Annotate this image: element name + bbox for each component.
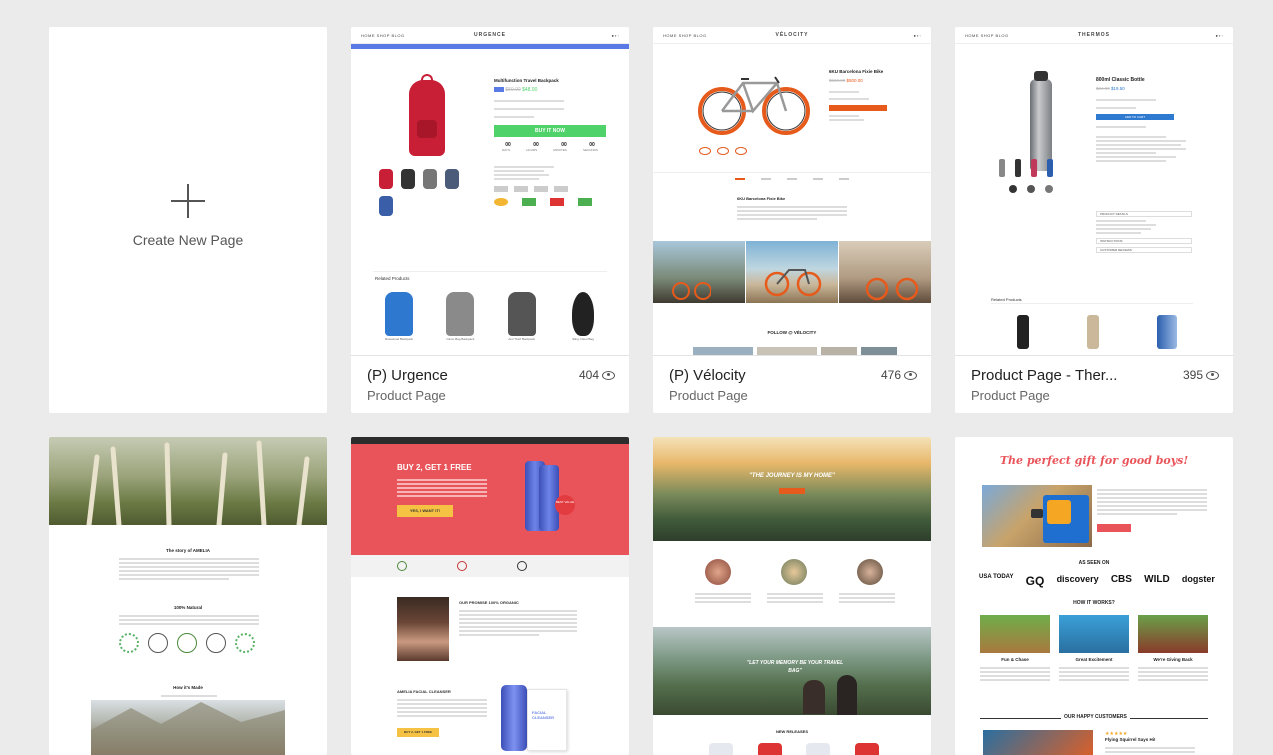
product-info: 800ml Classic Bottle $24.00 $19.50 ADD T…	[1096, 77, 1196, 164]
page-card-meta: (P) Urgence Product Page 404	[351, 356, 629, 413]
page-card-meta: (P) Vélocity Product Page 476	[653, 356, 931, 413]
create-new-page-card[interactable]: Create New Page	[49, 27, 327, 413]
eye-icon	[904, 370, 917, 380]
page-card-thermos[interactable]: HOME SHOP BLOG THERMOS ● ▪ ◦ 800ml Class…	[955, 27, 1233, 413]
page-thumbnail[interactable]: HOME SHOP BLOG THERMOS ● ▪ ◦ 800ml Class…	[955, 27, 1233, 356]
mini-nav: HOME SHOP BLOG VÉLOCITY ● ▪ ◦	[653, 27, 931, 44]
page-card-journey[interactable]: "THE JOURNEY IS MY HOME" "LET YOUR MEMOR…	[653, 437, 931, 755]
eye-icon	[1206, 370, 1219, 380]
accordion: PRODUCT DETAILS INSTRUCTIONS CUSTOMER RE…	[1096, 211, 1192, 253]
page-thumbnail[interactable]: HOME SHOP BLOG URGENCE ● ▪ ◦ Multifuncti…	[351, 27, 629, 356]
product-info: 6KU Barcelona Fixie Bike $560.00 $500.00	[829, 69, 909, 123]
page-type: Product Page	[367, 388, 446, 403]
product-image	[397, 72, 457, 160]
portrait-image	[397, 597, 449, 661]
page-card-organic[interactable]: BUY 2, GET 1 FREE YES, I WANT IT! BEST V…	[351, 437, 629, 755]
related-heading: Related Products	[375, 276, 410, 281]
mini-nav: HOME SHOP BLOG THERMOS ● ▪ ◦	[955, 27, 1233, 44]
page-title[interactable]: (P) Vélocity	[669, 367, 746, 384]
related-products: Rosewood Backpack Camo Bag Backpack Anti…	[381, 292, 601, 342]
page-type: Product Page	[971, 388, 1050, 403]
page-card-amelia[interactable]: The story of AMELIA 100% Natural How it'…	[49, 437, 327, 755]
gift-headline: The perfect gift for good boys!	[999, 454, 1189, 467]
buy-now-button: BUY IT NOW	[494, 125, 606, 137]
press-logos: USA TODAY GQ discovery CBS WILD dogster	[979, 574, 1215, 588]
follow-heading: FOLLOW @ VÉLOCITY	[767, 330, 817, 335]
view-count: 404	[579, 368, 615, 382]
view-count: 395	[1183, 368, 1219, 382]
mini-banner	[351, 44, 629, 49]
product-thumbnails	[379, 169, 459, 189]
create-new-page-label: Create New Page	[132, 232, 244, 248]
page-card-meta: Product Page - Ther... Product Page 395	[955, 356, 1233, 413]
page-type: Product Page	[669, 388, 748, 403]
page-title[interactable]: (P) Urgence	[367, 367, 448, 384]
plus-icon	[171, 184, 205, 218]
cta-button: YES, I WANT IT!	[397, 505, 453, 517]
page-card-urgence[interactable]: HOME SHOP BLOG URGENCE ● ▪ ◦ Multifuncti…	[351, 27, 629, 413]
product-image	[1030, 79, 1052, 171]
page-card-velocity[interactable]: HOME SHOP BLOG VÉLOCITY ● ▪ ◦ 6KU Barcel…	[653, 27, 931, 413]
view-count: 476	[881, 368, 917, 382]
product-info: Multifunction Travel Backpack $59.00 $48…	[494, 78, 606, 206]
play-icon	[1031, 509, 1043, 518]
page-title[interactable]: Product Page - Ther...	[971, 367, 1117, 384]
mini-nav: HOME SHOP BLOG URGENCE ● ▪ ◦	[351, 27, 629, 44]
eye-icon	[602, 370, 615, 380]
page-card-gift[interactable]: The perfect gift for good boys! AS SEEN …	[955, 437, 1233, 755]
bike-image	[698, 76, 810, 135]
certification-badges	[119, 633, 255, 653]
page-thumbnail[interactable]: HOME SHOP BLOG VÉLOCITY ● ▪ ◦ 6KU Barcel…	[653, 27, 931, 356]
hero-banner	[351, 444, 629, 555]
page-grid: Create New Page HOME SHOP BLOG URGENCE ●…	[0, 0, 1273, 755]
